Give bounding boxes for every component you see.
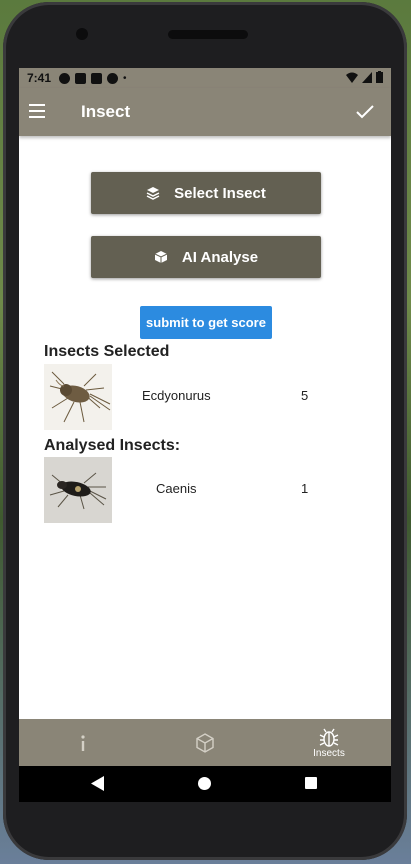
dot-icon: • bbox=[123, 72, 127, 84]
wifi-icon bbox=[346, 72, 358, 83]
notification-icon bbox=[107, 72, 119, 84]
system-status-icons bbox=[346, 71, 383, 83]
submit-score-button[interactable]: submit to get score bbox=[140, 306, 272, 339]
insects-selected-heading: Insects Selected bbox=[44, 343, 170, 360]
nav-info[interactable] bbox=[33, 719, 133, 766]
signal-icon bbox=[362, 71, 372, 83]
check-icon[interactable] bbox=[353, 100, 377, 124]
analysed-insects-heading: Analysed Insects: bbox=[44, 437, 181, 454]
page-title: Insect bbox=[81, 102, 131, 121]
status-bar: 7:41 • bbox=[19, 68, 391, 88]
info-icon bbox=[81, 734, 85, 751]
system-navigation-bar bbox=[19, 766, 391, 802]
phone-frame: 7:41 • Insect Select Insect AI Analyse s… bbox=[3, 2, 407, 860]
menu-icon[interactable] bbox=[29, 104, 45, 118]
cube-icon bbox=[154, 251, 168, 263]
ecdyonurus-image bbox=[44, 364, 112, 430]
ai-analyse-label: AI Analyse bbox=[181, 248, 259, 266]
notification-icon bbox=[91, 72, 103, 84]
earpiece-speaker bbox=[168, 30, 248, 39]
nav-analyse[interactable] bbox=[155, 719, 255, 766]
selected-insect-row[interactable]: Ecdyonurus 5 bbox=[44, 364, 344, 430]
notification-icon bbox=[75, 72, 87, 84]
notification-icon bbox=[59, 72, 71, 84]
selected-insect-count: 5 bbox=[301, 388, 309, 403]
analysed-insect-count: 1 bbox=[301, 481, 309, 496]
front-camera bbox=[76, 28, 88, 40]
caenis-image bbox=[44, 457, 112, 523]
recent-apps-icon[interactable] bbox=[305, 777, 317, 789]
home-icon[interactable] bbox=[198, 777, 211, 790]
bottom-navigation: Insects bbox=[19, 719, 391, 766]
notification-icons: • bbox=[59, 72, 127, 84]
nav-insects-label: Insects bbox=[313, 747, 345, 759]
status-time: 7:41 bbox=[27, 71, 52, 85]
nav-insects[interactable]: Insects bbox=[279, 719, 379, 766]
analysed-insect-row[interactable]: Caenis 1 bbox=[44, 457, 344, 523]
app-bar: Insect bbox=[19, 88, 391, 136]
bug-icon bbox=[319, 728, 339, 747]
select-insect-button[interactable]: Select Insect bbox=[91, 172, 321, 214]
analysed-insect-name: Caenis bbox=[156, 481, 197, 496]
cube-icon bbox=[196, 732, 214, 753]
back-icon[interactable] bbox=[91, 776, 105, 791]
screen: 7:41 • Insect Select Insect AI Analyse s… bbox=[19, 68, 391, 802]
ai-analyse-button[interactable]: AI Analyse bbox=[91, 236, 321, 278]
selected-insect-name: Ecdyonurus bbox=[142, 388, 211, 403]
layers-icon bbox=[146, 187, 160, 200]
battery-icon bbox=[376, 71, 383, 83]
select-insect-label: Select Insect bbox=[174, 184, 266, 202]
